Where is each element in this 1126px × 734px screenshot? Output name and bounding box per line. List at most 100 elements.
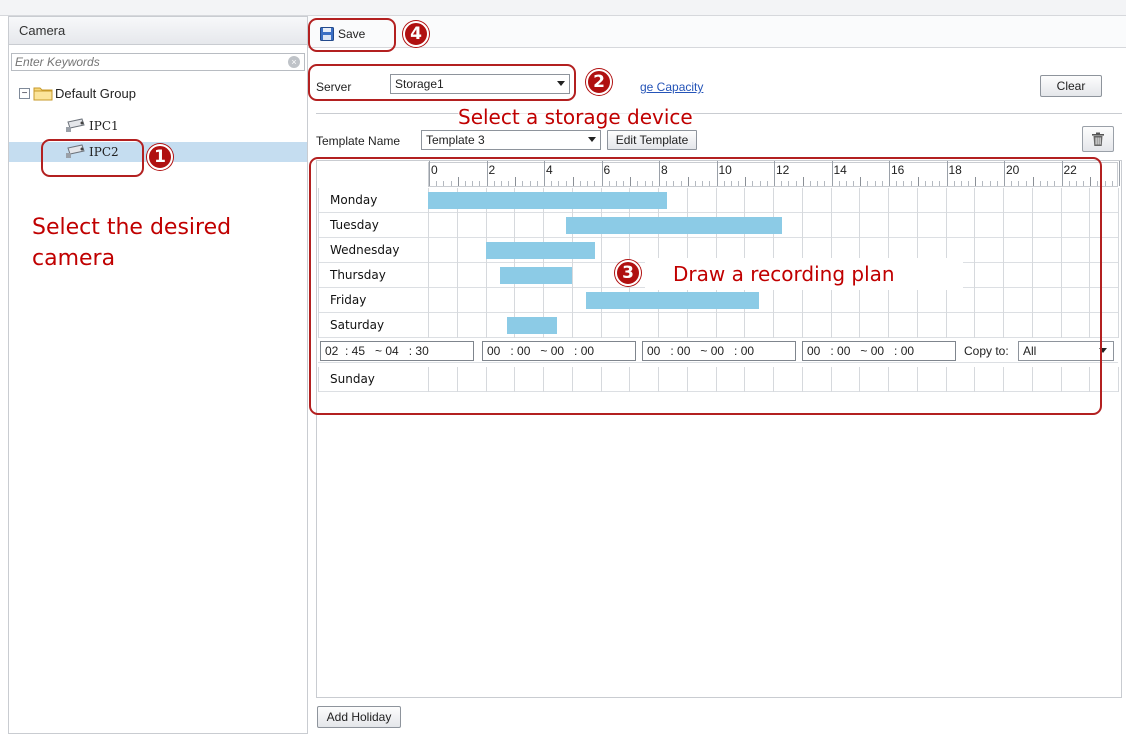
server-select[interactable]: Storage1 bbox=[390, 74, 570, 94]
clear-button[interactable]: Clear bbox=[1040, 75, 1102, 97]
ruler-tick bbox=[436, 181, 438, 186]
grid-line bbox=[318, 263, 319, 288]
edit-template-button[interactable]: Edit Template bbox=[607, 130, 697, 150]
ruler-tick bbox=[838, 181, 840, 186]
time-slot-input[interactable]: 00 : 00 ~ 00 : 00 bbox=[802, 341, 956, 361]
ruler-tick bbox=[1032, 177, 1034, 186]
clear-search-icon[interactable]: × bbox=[288, 56, 300, 68]
ruler-tick bbox=[680, 181, 682, 186]
ruler-tick bbox=[917, 177, 919, 186]
tree-group-default[interactable]: − Default Group bbox=[19, 84, 136, 102]
storage-capacity-link[interactable]: ge Capacity bbox=[640, 80, 703, 94]
tree-item-label: IPC2 bbox=[89, 145, 119, 159]
grid-line bbox=[1003, 238, 1004, 263]
grid-line bbox=[888, 213, 889, 238]
grid-line bbox=[514, 367, 516, 392]
ruler-tick bbox=[1111, 181, 1113, 186]
annotation-step-2: 2 bbox=[586, 69, 612, 95]
grid-line bbox=[1060, 213, 1062, 238]
ruler-tick bbox=[759, 181, 761, 186]
delete-button[interactable] bbox=[1082, 126, 1114, 152]
day-label: Tuesday bbox=[330, 218, 379, 232]
grid-line bbox=[1089, 263, 1091, 288]
recording-segment[interactable] bbox=[507, 317, 558, 334]
search-input[interactable] bbox=[12, 54, 282, 70]
divider bbox=[316, 113, 1122, 114]
ruler-tick bbox=[809, 181, 811, 186]
hour-label: 16 bbox=[891, 163, 905, 177]
grid-line bbox=[600, 367, 602, 392]
grid-line bbox=[543, 367, 544, 392]
schedule-row-saturday[interactable]: Saturday bbox=[318, 313, 1119, 338]
grid-line bbox=[859, 367, 861, 392]
ruler-tick bbox=[968, 181, 970, 186]
grid-line bbox=[715, 188, 717, 213]
grid-line bbox=[715, 367, 717, 392]
grid-line bbox=[428, 313, 429, 338]
grid-line bbox=[629, 313, 631, 338]
keyword-search[interactable]: × bbox=[11, 53, 305, 71]
recording-segment[interactable] bbox=[586, 292, 759, 309]
server-label: Server bbox=[316, 80, 352, 94]
camera-pane-header: Camera bbox=[9, 17, 307, 45]
ruler-tick bbox=[644, 181, 646, 186]
grid-line bbox=[318, 367, 319, 392]
grid-line bbox=[1003, 313, 1004, 338]
ruler-tick bbox=[723, 181, 725, 186]
ruler-tick bbox=[464, 181, 466, 186]
collapse-icon[interactable]: − bbox=[19, 87, 30, 99]
grid-line bbox=[571, 367, 573, 392]
time-slot-input[interactable]: 00 : 00 ~ 00 : 00 bbox=[482, 341, 636, 361]
grid-line bbox=[888, 188, 889, 213]
camera-pane: Camera × − Default Group IPC1 IPC2 Selec… bbox=[8, 16, 308, 734]
grid-line bbox=[801, 213, 803, 238]
ruler-tick bbox=[1090, 177, 1092, 186]
recording-segment[interactable] bbox=[485, 242, 595, 259]
grid-line bbox=[830, 367, 832, 392]
grid-line bbox=[318, 213, 319, 238]
ruler-tick bbox=[630, 177, 632, 186]
copy-to-select[interactable]: All bbox=[1018, 341, 1114, 361]
ruler-tick bbox=[730, 181, 732, 186]
grid-line bbox=[945, 213, 947, 238]
ruler-tick bbox=[781, 181, 783, 186]
time-slot-input[interactable]: 02 : 45 ~ 04 : 30 bbox=[320, 341, 474, 361]
schedule-row-tuesday[interactable]: Tuesday bbox=[318, 213, 1119, 238]
grid-line bbox=[1118, 213, 1119, 238]
grid-line bbox=[456, 238, 458, 263]
ruler-tick bbox=[637, 181, 639, 186]
add-holiday-button[interactable]: Add Holiday bbox=[317, 706, 401, 728]
grid-line bbox=[456, 367, 458, 392]
grid-line bbox=[1089, 213, 1091, 238]
grid-line bbox=[600, 313, 602, 338]
grid-line bbox=[916, 213, 918, 238]
ruler-tick bbox=[996, 181, 998, 186]
grid-line bbox=[1089, 313, 1091, 338]
grid-line bbox=[318, 288, 319, 313]
time-slot-input[interactable]: 00 : 00 ~ 00 : 00 bbox=[642, 341, 796, 361]
schedule-row-monday[interactable]: Monday bbox=[318, 188, 1119, 213]
grid-line bbox=[485, 213, 487, 238]
grid-line bbox=[571, 313, 573, 338]
ruler-tick bbox=[579, 181, 581, 186]
ruler-tick bbox=[738, 181, 740, 186]
grid-line bbox=[456, 213, 458, 238]
grid-line bbox=[1060, 238, 1062, 263]
hour-label: 18 bbox=[948, 163, 962, 177]
grid-line bbox=[485, 288, 487, 313]
save-button[interactable]: Save bbox=[320, 24, 365, 44]
recording-segment[interactable] bbox=[428, 192, 667, 209]
tree-item-ipc1[interactable]: IPC1 bbox=[9, 116, 307, 136]
recording-segment[interactable] bbox=[499, 267, 572, 284]
hour-label: 14 bbox=[833, 163, 847, 177]
day-label: Saturday bbox=[330, 318, 385, 332]
grid-line bbox=[318, 313, 319, 338]
schedule-row-friday[interactable]: Friday bbox=[318, 288, 1119, 313]
template-select[interactable]: Template 3 bbox=[421, 130, 601, 150]
ruler-tick bbox=[881, 181, 883, 186]
grid-line bbox=[1060, 288, 1062, 313]
grid-line bbox=[916, 288, 918, 313]
ruler-tick bbox=[745, 177, 747, 186]
recording-segment[interactable] bbox=[566, 217, 782, 234]
schedule-row-sunday[interactable]: Sunday bbox=[318, 367, 1119, 392]
